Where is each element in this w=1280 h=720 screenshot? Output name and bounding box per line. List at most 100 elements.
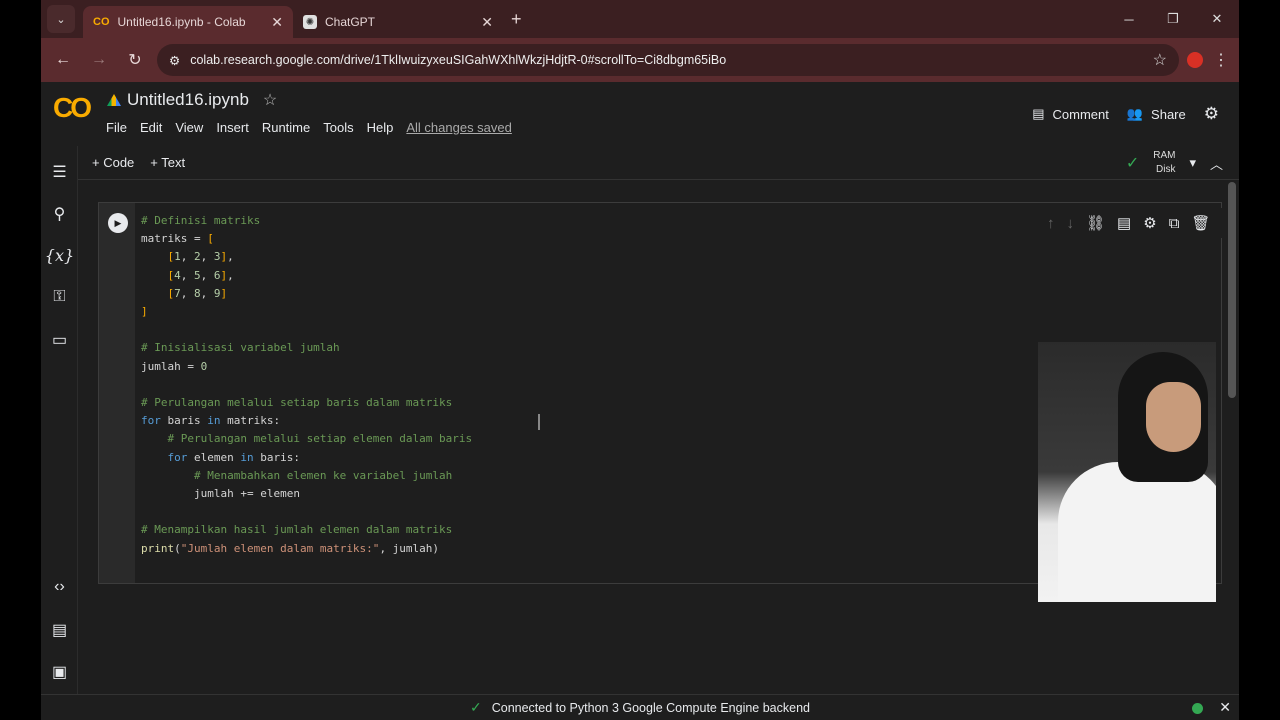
comment-button[interactable]: ▤ Comment [1032,106,1109,122]
add-code-button[interactable]: + Code [92,155,134,170]
share-label: Share [1151,106,1186,122]
move-up-icon[interactable]: ↑ [1047,215,1055,232]
person-face [1146,382,1201,452]
notebook-toolbar: + Code + Text ✓ RAM Disk ▾ ︿ [78,146,1239,180]
files-folder-icon[interactable]: ▭ [41,330,78,350]
menu-insert[interactable]: Insert [216,120,249,135]
share-button[interactable]: 👥 Share [1127,106,1186,122]
address-bar: ← → ↻ ⚙ colab.research.google.com/drive/… [41,38,1239,82]
runtime-dropdown-icon[interactable]: ▾ [1189,155,1196,171]
url-input[interactable]: ⚙ colab.research.google.com/drive/1TklIw… [157,44,1179,76]
colab-logo[interactable]: CO [53,92,92,124]
terminal-icon[interactable]: ▣ [41,662,78,682]
connection-status-dot[interactable] [1192,703,1203,714]
run-cell-button[interactable]: ▶ [108,213,128,233]
code-line[interactable]: jumlah += elemen [141,485,472,503]
comment-cell-icon[interactable]: ▤ [1117,214,1131,232]
cell-gutter [99,203,135,583]
save-status[interactable]: All changes saved [406,120,512,135]
browser-window: ⌄ CO Untitled16.ipynb - Colab ✕ ✺ ChatGP… [41,0,1239,720]
code-line[interactable]: [7, 8, 9] [141,285,472,303]
reload-icon[interactable]: ↻ [121,46,149,74]
code-line[interactable]: jumlah = 0 [141,358,472,376]
link-icon[interactable]: ⛓ [1086,214,1105,232]
tab-chatgpt[interactable]: ✺ ChatGPT ✕ [293,6,503,38]
code-line[interactable]: ] [141,303,472,321]
close-status-icon[interactable]: ✕ [1219,699,1231,716]
colab-icon: CO [93,16,110,28]
tab-search-button[interactable]: ⌄ [47,5,75,33]
text-cursor [538,414,540,430]
restore-icon[interactable]: ❐ [1151,0,1195,38]
colab-header: CO Untitled16.ipynb ☆ File Edit View Ins… [41,82,1239,146]
code-line[interactable]: # Menampilkan hasil jumlah elemen dalam … [141,521,472,539]
code-line[interactable]: [4, 5, 6], [141,267,472,285]
search-icon[interactable]: ⚲ [41,204,78,224]
menu-tools[interactable]: Tools [323,120,353,135]
person-shirt [1058,462,1216,602]
menu-runtime[interactable]: Runtime [262,120,310,135]
runtime-status: ✓ RAM Disk ▾ ︿ [1126,146,1223,180]
ram-label: RAM [1153,150,1176,161]
code-snippets-icon[interactable]: ‹› [41,578,78,596]
notebook-title[interactable]: Untitled16.ipynb [127,90,249,110]
code-line[interactable] [141,321,472,339]
comment-label: Comment [1052,106,1109,122]
url-text: colab.research.google.com/drive/1TklIwui… [190,53,727,67]
ram-disk-indicator[interactable]: RAM Disk [1153,149,1175,177]
code-line[interactable] [141,503,472,521]
code-line[interactable]: # Perulangan melalui setiap baris dalam … [141,394,472,412]
new-tab-button[interactable]: + [511,9,522,30]
add-text-button[interactable]: + Text [150,155,185,170]
code-line[interactable]: [1, 2, 3], [141,248,472,266]
delete-icon[interactable]: 🗑 [1191,214,1210,232]
close-icon[interactable]: ✕ [271,14,283,31]
chatgpt-icon: ✺ [303,15,317,29]
code-line[interactable]: for elemen in baris: [141,449,472,467]
table-of-contents-icon[interactable]: ☰ [41,162,78,182]
close-icon[interactable]: ✕ [481,14,493,31]
share-people-icon: 👥 [1126,106,1144,121]
mirror-cell-icon[interactable]: ⧉ [1169,215,1180,232]
code-line[interactable]: # Definisi matriks [141,212,472,230]
minimize-icon[interactable]: ─ [1107,0,1151,38]
forward-arrow-icon[interactable]: → [85,46,113,74]
menu-file[interactable]: File [106,120,127,135]
command-palette-icon[interactable]: ▤ [41,620,78,640]
tab-title: Untitled16.ipynb - Colab [117,15,246,29]
back-arrow-icon[interactable]: ← [49,46,77,74]
code-line[interactable]: # Inisialisasi variabel jumlah [141,339,472,357]
secrets-key-icon[interactable]: ⚿ [41,288,78,306]
window-controls: ─ ❐ ✕ [1107,0,1239,38]
collapse-chevron-icon[interactable]: ︿ [1210,154,1223,173]
code-line[interactable] [141,376,472,394]
code-line[interactable]: print("Jumlah elemen dalam matriks:", ju… [141,540,472,558]
menu-edit[interactable]: Edit [140,120,162,135]
code-editor[interactable]: # Definisi matriks matriks = [ [1, 2, 3],… [141,212,472,558]
connected-check-icon: ✓ [1125,155,1140,172]
code-line[interactable]: for baris in matriks: [141,412,472,430]
move-down-icon[interactable]: ↓ [1067,215,1075,232]
cell-settings-icon[interactable]: ⚙ [1143,214,1156,232]
scrollbar[interactable] [1228,182,1236,398]
status-bar: ✓ Connected to Python 3 Google Compute E… [41,694,1239,720]
star-icon[interactable]: ☆ [263,90,277,110]
close-window-icon[interactable]: ✕ [1195,0,1239,38]
bookmark-star-icon[interactable]: ☆ [1153,50,1167,70]
comment-icon: ▤ [1032,106,1045,121]
browser-menu-icon[interactable]: ⋮ [1211,50,1231,70]
cell-toolbar: ↑ ↓ ⛓ ▤ ⚙ ⧉ 🗑 ⋮ [1041,208,1239,238]
code-line[interactable]: matriks = [ [141,230,472,248]
variables-icon[interactable]: {x} [41,246,78,265]
code-line[interactable]: # Perulangan melalui setiap elemen dalam… [141,430,473,448]
webcam-overlay [1038,342,1216,602]
menu-view[interactable]: View [175,120,203,135]
left-sidebar: ☰ ⚲ {x} ⚿ ▭ ‹› ▤ ▣ [41,146,78,694]
settings-gear-icon[interactable]: ⚙ [1204,104,1219,124]
recording-icon[interactable] [1187,52,1203,68]
menu-help[interactable]: Help [367,120,394,135]
site-info-icon[interactable]: ⚙ [169,53,180,68]
tab-colab[interactable]: CO Untitled16.ipynb - Colab ✕ [83,6,293,38]
status-message: Connected to Python 3 Google Compute Eng… [491,700,810,715]
code-line[interactable]: # Menambahkan elemen ke variabel jumlah [141,467,472,485]
